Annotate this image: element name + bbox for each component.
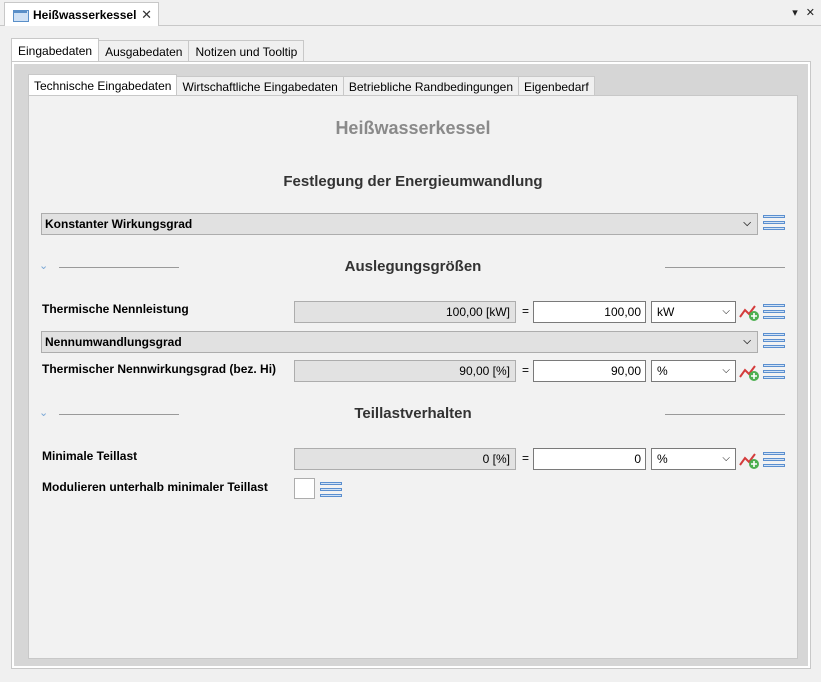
thermal-power-label: Thermische Nennleistung — [42, 302, 189, 316]
min-partload-readonly: 0 [%] — [294, 448, 516, 470]
tab-eingabedaten[interactable]: Eingabedaten — [11, 38, 100, 62]
chevron-down-icon: ⌵ — [722, 365, 730, 376]
tab-technische-eingabedaten[interactable]: Technische Eingabedaten — [28, 74, 178, 96]
unit-value: kW — [657, 305, 675, 319]
list-icon[interactable] — [320, 482, 342, 498]
window-icon — [13, 9, 29, 22]
editor-tabbar: Heißwasserkessel ✕ ▾ ✕ — [0, 0, 821, 26]
section-energy-title: Festlegung der Energieumwandlung — [283, 173, 543, 190]
tab-notizen[interactable]: Notizen und Tooltip — [188, 40, 305, 62]
panel-title: Heißwasserkessel — [335, 118, 491, 138]
thermal-power-unit-select[interactable]: kW ⌵ — [651, 301, 736, 323]
list-icon[interactable] — [763, 452, 785, 468]
chevron-down-icon: ⌵ — [722, 453, 730, 464]
efficiency-readonly: 90,00 [%] — [294, 360, 516, 382]
section-partload-header: ⌄ Teillastverhalten — [29, 404, 797, 424]
close-view-icon[interactable]: ✕ — [806, 6, 815, 19]
energy-mode-select[interactable]: Konstanter Wirkungsgrad ⌵ — [41, 213, 758, 235]
tab-ausgabedaten[interactable]: Ausgabedaten — [98, 40, 190, 62]
list-icon[interactable] — [763, 304, 785, 320]
min-partload-input[interactable]: 0 — [533, 448, 646, 470]
line-chart-add-icon[interactable] — [739, 302, 761, 322]
section-design-header: ⌄ Auslegungsgrößen — [29, 257, 797, 277]
view-menu-icon[interactable]: ▾ — [792, 6, 798, 19]
efficiency-input[interactable]: 90,00 — [533, 360, 646, 382]
chevron-down-icon: ⌵ — [743, 336, 751, 347]
view-controls: ▾ ✕ — [792, 6, 815, 19]
line-chart-add-icon[interactable] — [739, 362, 761, 382]
conversion-mode-select[interactable]: Nennumwandlungsgrad ⌵ — [41, 331, 758, 353]
main-inner: Technische Eingabedaten Wirtschaftliche … — [14, 64, 808, 666]
sub-tab-bar: Technische Eingabedaten Wirtschaftliche … — [28, 74, 595, 96]
min-partload-label: Minimale Teillast — [42, 449, 138, 463]
chevron-down-icon: ⌵ — [722, 306, 730, 317]
tab-eigenbedarf[interactable]: Eigenbedarf — [518, 76, 595, 96]
technical-input-panel: Heißwasserkessel Festlegung der Energieu… — [28, 95, 798, 659]
thermal-power-readonly: 100,00 [kW] — [294, 301, 516, 323]
list-icon[interactable] — [763, 364, 785, 380]
line-chart-add-icon[interactable] — [739, 450, 761, 470]
tab-betriebliche-randbedingungen[interactable]: Betriebliche Randbedingungen — [342, 76, 519, 96]
list-icon[interactable] — [763, 215, 785, 231]
equals-sign: = — [522, 363, 530, 377]
equals-sign: = — [522, 451, 530, 465]
chevron-down-icon: ⌵ — [743, 218, 751, 229]
unit-value: % — [657, 452, 668, 466]
main-tab-bar: Eingabedaten Ausgabedaten Notizen und To… — [11, 38, 305, 62]
tab-wirtschaftliche-eingabedaten[interactable]: Wirtschaftliche Eingabedaten — [176, 76, 344, 96]
editor-tab-title: Heißwasserkessel — [33, 7, 137, 22]
conversion-mode-value: Nennumwandlungsgrad — [45, 335, 182, 349]
energy-mode-value: Konstanter Wirkungsgrad — [45, 217, 193, 231]
list-icon[interactable] — [763, 333, 785, 349]
close-icon[interactable]: ✕ — [141, 7, 152, 23]
unit-value: % — [657, 364, 668, 378]
modulate-label: Modulieren unterhalb minimaler Teillast — [42, 480, 268, 494]
efficiency-label: Thermischer Nennwirkungsgrad (bez. Hi) — [42, 362, 277, 376]
equals-sign: = — [522, 304, 530, 318]
editor-tab[interactable]: Heißwasserkessel ✕ — [4, 2, 159, 26]
thermal-power-input[interactable]: 100,00 — [533, 301, 646, 323]
main-panel: Technische Eingabedaten Wirtschaftliche … — [11, 61, 811, 669]
editor-content: Eingabedaten Ausgabedaten Notizen und To… — [11, 38, 811, 669]
min-partload-unit-select[interactable]: % ⌵ — [651, 448, 736, 470]
efficiency-unit-select[interactable]: % ⌵ — [651, 360, 736, 382]
modulate-checkbox[interactable] — [294, 478, 315, 499]
